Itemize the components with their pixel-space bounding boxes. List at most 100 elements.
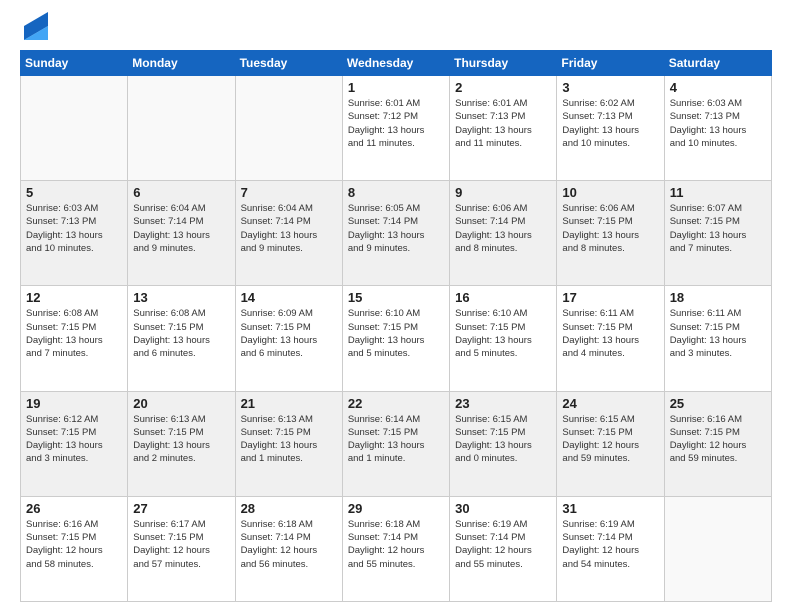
day-number: 20 <box>133 396 229 411</box>
day-cell: 8Sunrise: 6:05 AM Sunset: 7:14 PM Daylig… <box>342 181 449 286</box>
day-cell: 12 Sunrise: 6:08 AM Sunset: 7:15 PM Dayli… <box>21 286 128 391</box>
day-number: 23 <box>455 396 551 411</box>
day-info: Sunrise: 6:18 AM Sunset: 7:14 PM Dayligh… <box>241 518 337 571</box>
day-info: Sunrise: 6:03 AM Sunset: 7:13 PM Dayligh… <box>670 97 766 150</box>
day-info: Sunrise: 6:11 AM Sunset: 7:15 PM Dayligh… <box>562 307 658 360</box>
day-cell: 11 Sunrise: 6:07 AM Sunset: 7:15 PM Dayli… <box>664 181 771 286</box>
day-number: 1 <box>348 80 444 95</box>
day-cell <box>235 76 342 181</box>
day-cell: 6 Sunrise: 6:04 AM Sunset: 7:14 PM Daylig… <box>128 181 235 286</box>
day-info: Sunrise: 6:19 AM Sunset: 7:14 PM Dayligh… <box>455 518 551 571</box>
day-cell: 3 Sunrise: 6:02 AM Sunset: 7:13 PM Daylig… <box>557 76 664 181</box>
day-number: 16 <box>455 290 551 305</box>
day-cell: 16 Sunrise: 6:10 AM Sunset: 7:15 PM Dayli… <box>450 286 557 391</box>
day-cell: 22 Sunrise: 6:14 AM Sunset: 7:15 PM Dayli… <box>342 391 449 496</box>
day-info: Sunrise: 6:06 AM Sunset: 7:15 PM Dayligh… <box>562 202 658 255</box>
day-info: Sunrise: 6:04 AM Sunset: 7:14 PM Dayligh… <box>133 202 229 255</box>
day-cell: 13Sunrise: 6:08 AM Sunset: 7:15 PM Dayli… <box>128 286 235 391</box>
day-number: 28 <box>241 501 337 516</box>
day-number: 12 <box>26 290 122 305</box>
calendar: SundayMondayTuesdayWednesdayThursdayFrid… <box>20 50 772 602</box>
day-info: Sunrise: 6:14 AM Sunset: 7:15 PM Dayligh… <box>348 413 444 466</box>
day-number: 11 <box>670 185 766 200</box>
day-number: 26 <box>26 501 122 516</box>
day-cell: 9 Sunrise: 6:06 AM Sunset: 7:14 PM Daylig… <box>450 181 557 286</box>
header-wednesday: Wednesday <box>342 51 449 76</box>
week-row: 1 Sunrise: 6:01 AM Sunset: 7:12 PM Daylig… <box>21 76 772 181</box>
day-cell: 30Sunrise: 6:19 AM Sunset: 7:14 PM Dayli… <box>450 496 557 601</box>
day-number: 21 <box>241 396 337 411</box>
day-cell: 18 Sunrise: 6:11 AM Sunset: 7:15 PM Dayli… <box>664 286 771 391</box>
day-cell: 27Sunrise: 6:17 AM Sunset: 7:15 PM Dayli… <box>128 496 235 601</box>
day-info: Sunrise: 6:07 AM Sunset: 7:15 PM Dayligh… <box>670 202 766 255</box>
day-number: 8 <box>348 185 444 200</box>
day-info: Sunrise: 6:16 AM Sunset: 7:15 PM Dayligh… <box>26 518 122 571</box>
calendar-header: SundayMondayTuesdayWednesdayThursdayFrid… <box>21 51 772 76</box>
day-cell: 7Sunrise: 6:04 AM Sunset: 7:14 PM Daylig… <box>235 181 342 286</box>
day-info: Sunrise: 6:03 AM Sunset: 7:13 PM Dayligh… <box>26 202 122 255</box>
day-number: 5 <box>26 185 122 200</box>
day-info: Sunrise: 6:16 AM Sunset: 7:15 PM Dayligh… <box>670 413 766 466</box>
day-info: Sunrise: 6:15 AM Sunset: 7:15 PM Dayligh… <box>455 413 551 466</box>
day-number: 15 <box>348 290 444 305</box>
day-number: 29 <box>348 501 444 516</box>
day-info: Sunrise: 6:08 AM Sunset: 7:15 PM Dayligh… <box>26 307 122 360</box>
day-info: Sunrise: 6:06 AM Sunset: 7:14 PM Dayligh… <box>455 202 551 255</box>
day-cell: 29 Sunrise: 6:18 AM Sunset: 7:14 PM Dayli… <box>342 496 449 601</box>
header-friday: Friday <box>557 51 664 76</box>
week-row: 12 Sunrise: 6:08 AM Sunset: 7:15 PM Dayli… <box>21 286 772 391</box>
day-number: 18 <box>670 290 766 305</box>
header-thursday: Thursday <box>450 51 557 76</box>
day-cell: 24 Sunrise: 6:15 AM Sunset: 7:15 PM Dayli… <box>557 391 664 496</box>
day-number: 24 <box>562 396 658 411</box>
day-info: Sunrise: 6:18 AM Sunset: 7:14 PM Dayligh… <box>348 518 444 571</box>
day-number: 14 <box>241 290 337 305</box>
day-cell: 19 Sunrise: 6:12 AM Sunset: 7:15 PM Dayli… <box>21 391 128 496</box>
day-cell: 2Sunrise: 6:01 AM Sunset: 7:13 PM Daylig… <box>450 76 557 181</box>
header-saturday: Saturday <box>664 51 771 76</box>
day-cell: 17 Sunrise: 6:11 AM Sunset: 7:15 PM Dayli… <box>557 286 664 391</box>
day-number: 6 <box>133 185 229 200</box>
day-info: Sunrise: 6:10 AM Sunset: 7:15 PM Dayligh… <box>455 307 551 360</box>
header-row: SundayMondayTuesdayWednesdayThursdayFrid… <box>21 51 772 76</box>
day-info: Sunrise: 6:11 AM Sunset: 7:15 PM Dayligh… <box>670 307 766 360</box>
day-info: Sunrise: 6:19 AM Sunset: 7:14 PM Dayligh… <box>562 518 658 571</box>
day-number: 31 <box>562 501 658 516</box>
day-info: Sunrise: 6:12 AM Sunset: 7:15 PM Dayligh… <box>26 413 122 466</box>
day-number: 9 <box>455 185 551 200</box>
day-cell: 15Sunrise: 6:10 AM Sunset: 7:15 PM Dayli… <box>342 286 449 391</box>
day-info: Sunrise: 6:01 AM Sunset: 7:13 PM Dayligh… <box>455 97 551 150</box>
day-number: 25 <box>670 396 766 411</box>
week-row: 5 Sunrise: 6:03 AM Sunset: 7:13 PM Daylig… <box>21 181 772 286</box>
day-number: 7 <box>241 185 337 200</box>
day-cell: 26 Sunrise: 6:16 AM Sunset: 7:15 PM Dayli… <box>21 496 128 601</box>
day-cell: 20 Sunrise: 6:13 AM Sunset: 7:15 PM Dayli… <box>128 391 235 496</box>
day-number: 4 <box>670 80 766 95</box>
day-info: Sunrise: 6:09 AM Sunset: 7:15 PM Dayligh… <box>241 307 337 360</box>
day-info: Sunrise: 6:02 AM Sunset: 7:13 PM Dayligh… <box>562 97 658 150</box>
day-cell: 10 Sunrise: 6:06 AM Sunset: 7:15 PM Dayli… <box>557 181 664 286</box>
header-monday: Monday <box>128 51 235 76</box>
day-info: Sunrise: 6:01 AM Sunset: 7:12 PM Dayligh… <box>348 97 444 150</box>
day-cell: 5 Sunrise: 6:03 AM Sunset: 7:13 PM Daylig… <box>21 181 128 286</box>
day-number: 3 <box>562 80 658 95</box>
day-number: 22 <box>348 396 444 411</box>
day-cell: 21 Sunrise: 6:13 AM Sunset: 7:15 PM Dayli… <box>235 391 342 496</box>
day-info: Sunrise: 6:13 AM Sunset: 7:15 PM Dayligh… <box>241 413 337 466</box>
day-cell: 23 Sunrise: 6:15 AM Sunset: 7:15 PM Dayli… <box>450 391 557 496</box>
page: SundayMondayTuesdayWednesdayThursdayFrid… <box>0 0 792 612</box>
week-row: 19 Sunrise: 6:12 AM Sunset: 7:15 PM Dayli… <box>21 391 772 496</box>
header-tuesday: Tuesday <box>235 51 342 76</box>
day-cell: 1 Sunrise: 6:01 AM Sunset: 7:12 PM Daylig… <box>342 76 449 181</box>
day-number: 17 <box>562 290 658 305</box>
header-sunday: Sunday <box>21 51 128 76</box>
day-info: Sunrise: 6:13 AM Sunset: 7:15 PM Dayligh… <box>133 413 229 466</box>
day-info: Sunrise: 6:15 AM Sunset: 7:15 PM Dayligh… <box>562 413 658 466</box>
day-cell: 4 Sunrise: 6:03 AM Sunset: 7:13 PM Daylig… <box>664 76 771 181</box>
logo <box>20 16 48 40</box>
day-info: Sunrise: 6:17 AM Sunset: 7:15 PM Dayligh… <box>133 518 229 571</box>
day-info: Sunrise: 6:08 AM Sunset: 7:15 PM Dayligh… <box>133 307 229 360</box>
day-number: 10 <box>562 185 658 200</box>
day-cell: 28 Sunrise: 6:18 AM Sunset: 7:14 PM Dayli… <box>235 496 342 601</box>
day-number: 19 <box>26 396 122 411</box>
